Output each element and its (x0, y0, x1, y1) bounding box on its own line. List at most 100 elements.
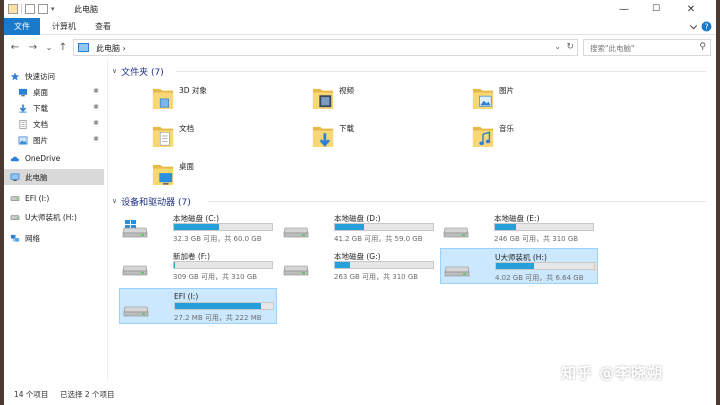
divider (176, 71, 706, 72)
watermark: 知乎 @李晓朔 (561, 364, 664, 382)
sidebar-item-network[interactable]: 网络 (10, 230, 104, 246)
forward-button[interactable]: → (26, 40, 40, 54)
new-folder-icon[interactable] (38, 4, 48, 14)
tab-view[interactable]: 查看 (88, 18, 118, 35)
sidebar-item-usb-drive[interactable]: U大师装机 (H:) (10, 209, 104, 225)
close-button[interactable]: ✕ (676, 0, 706, 18)
collapse-chevron-icon[interactable]: ∨ (112, 67, 117, 75)
tab-computer[interactable]: 计算机 (44, 18, 84, 35)
content-pane: ∨ 文件夹 (7) 3D 对象 视频 图片文档 下载 音乐桌面 ∨ 设备和驱动器 (7)… (112, 60, 716, 380)
group-header-folders[interactable]: ∨ 文件夹 (7) (112, 64, 712, 78)
computer-icon (78, 43, 89, 52)
recent-locations-button[interactable]: ⌄ (42, 40, 56, 54)
quick-access-toolbar: ▾ (8, 3, 55, 15)
documents-folder-icon (152, 126, 174, 147)
drive-icon (122, 265, 148, 276)
folder-label: 视频 (339, 86, 354, 95)
desktop-folder-icon (152, 164, 174, 185)
drive-item[interactable]: 本地磁盘 (C:) 32.3 GB 可用，共 60.0 GB (119, 210, 277, 246)
pin-icon: ✱ (93, 87, 99, 95)
folder-item[interactable]: 3D 对象 (148, 82, 298, 118)
drive-space: 32.3 GB 可用，共 60.0 GB (173, 235, 262, 243)
folder-item[interactable]: 视频 (308, 82, 458, 118)
drive-icon (10, 195, 20, 201)
sidebar-item-this-pc[interactable]: 此电脑 (4, 169, 104, 185)
drive-item[interactable]: 本地磁盘 (G:) 263 GB 可用，共 310 GB (280, 248, 438, 284)
drive-usage-fill (174, 224, 220, 230)
address-bar[interactable]: 此电脑 › ⌄ ↻ (73, 39, 578, 56)
selection-count: 已选择 2 个项目 (60, 390, 115, 399)
breadcrumb[interactable]: 此电脑 › (96, 43, 126, 54)
title-bar: ▾ 此电脑 — ☐ ✕ (4, 0, 716, 18)
search-placeholder: 搜索"此电脑" (590, 44, 635, 53)
drive-icon (443, 227, 469, 238)
back-button[interactable]: ← (8, 40, 22, 54)
drive-usage-fill (335, 262, 350, 268)
download-icon (19, 103, 27, 113)
address-dropdown-icon[interactable]: ⌄ (554, 42, 561, 51)
sidebar-item-documents[interactable]: 文档 ✱ (18, 116, 104, 132)
help-icon[interactable]: ? (701, 21, 712, 32)
pin-icon: ✱ (93, 103, 99, 111)
drive-usage-fill (496, 263, 535, 269)
drive-item[interactable]: 新加卷 (F:) 309 GB 可用，共 310 GB (119, 248, 277, 284)
drive-space: 41.2 GB 可用，共 59.0 GB (334, 235, 423, 243)
drive-icon (283, 227, 309, 238)
navigation-bar: ← → ⌄ ↑ 此电脑 › ⌄ ↻ 搜索"此电脑" ⚲ (4, 36, 716, 58)
downloads-folder-icon (312, 126, 334, 147)
customize-toolbar-icon[interactable]: ▾ (51, 5, 55, 13)
pin-icon: ✱ (93, 135, 99, 143)
music-folder-icon (472, 126, 494, 147)
desktop-icon (18, 88, 28, 96)
up-button[interactable]: ↑ (56, 40, 70, 54)
drive-item[interactable]: EFI (I:) 27.2 MB 可用，共 222 MB (119, 288, 277, 324)
folder-label: 桌面 (179, 162, 194, 171)
drive-usage-bar (495, 262, 595, 270)
status-bar: 14 个项目 已选择 2 个项目 (4, 384, 716, 405)
collapse-chevron-icon[interactable]: ∨ (112, 197, 117, 205)
properties-icon[interactable] (25, 4, 35, 14)
sidebar-item-quick-access[interactable]: 快速访问 (10, 68, 110, 84)
drive-name: EFI (I:) (174, 292, 199, 301)
drive-item[interactable]: 本地磁盘 (E:) 246 GB 可用，共 310 GB (440, 210, 598, 246)
drive-usage-bar (334, 223, 434, 231)
drive-usage-bar (174, 302, 274, 310)
separator (21, 4, 22, 14)
tab-file[interactable]: 文件 (4, 18, 40, 35)
sidebar-item-desktop[interactable]: 桌面 ✱ (18, 84, 104, 100)
drive-usage-bar (494, 223, 594, 231)
divider (208, 201, 706, 202)
item-count: 14 个项目 (14, 390, 49, 399)
drive-icon (283, 265, 309, 276)
folder-item[interactable]: 音乐 (468, 120, 618, 156)
search-box[interactable]: 搜索"此电脑" ⚲ (583, 39, 711, 56)
drive-icon (10, 214, 20, 220)
drive-item[interactable]: U大师装机 (H:) 4.02 GB 可用，共 6.64 GB (440, 248, 598, 284)
svg-text:?: ? (704, 22, 708, 31)
window-title: 此电脑 (74, 5, 98, 14)
drive-space: 4.02 GB 可用，共 6.64 GB (495, 274, 584, 282)
folder-item[interactable]: 桌面 (148, 158, 298, 194)
drive-space: 246 GB 可用，共 310 GB (494, 235, 579, 243)
folder-item[interactable]: 下载 (308, 120, 458, 156)
sidebar-item-onedrive[interactable]: OneDrive (10, 150, 104, 166)
folder-item[interactable]: 文档 (148, 120, 298, 156)
drive-item[interactable]: 本地磁盘 (D:) 41.2 GB 可用，共 59.0 GB (280, 210, 438, 246)
pin-icon: ✱ (93, 119, 99, 127)
expand-ribbon-icon[interactable] (688, 21, 699, 32)
computer-icon (10, 173, 20, 181)
star-icon (10, 71, 20, 80)
folder-label: 文档 (179, 124, 194, 133)
sidebar-item-downloads[interactable]: 下载 ✱ (18, 100, 104, 116)
folder-label: 3D 对象 (179, 86, 207, 95)
folder-item[interactable]: 图片 (468, 82, 618, 118)
sidebar-item-efi[interactable]: EFI (I:) (10, 190, 104, 206)
refresh-icon[interactable]: ↻ (566, 42, 574, 52)
group-header-devices[interactable]: ∨ 设备和驱动器 (7) (112, 194, 712, 208)
minimize-button[interactable]: — (609, 0, 639, 18)
drive-space: 27.2 MB 可用，共 222 MB (174, 314, 262, 322)
drive-usage-fill (175, 303, 262, 309)
maximize-button[interactable]: ☐ (641, 0, 671, 18)
3d-objects-folder-icon (152, 88, 174, 109)
sidebar-item-pictures[interactable]: 图片 ✱ (18, 132, 104, 148)
